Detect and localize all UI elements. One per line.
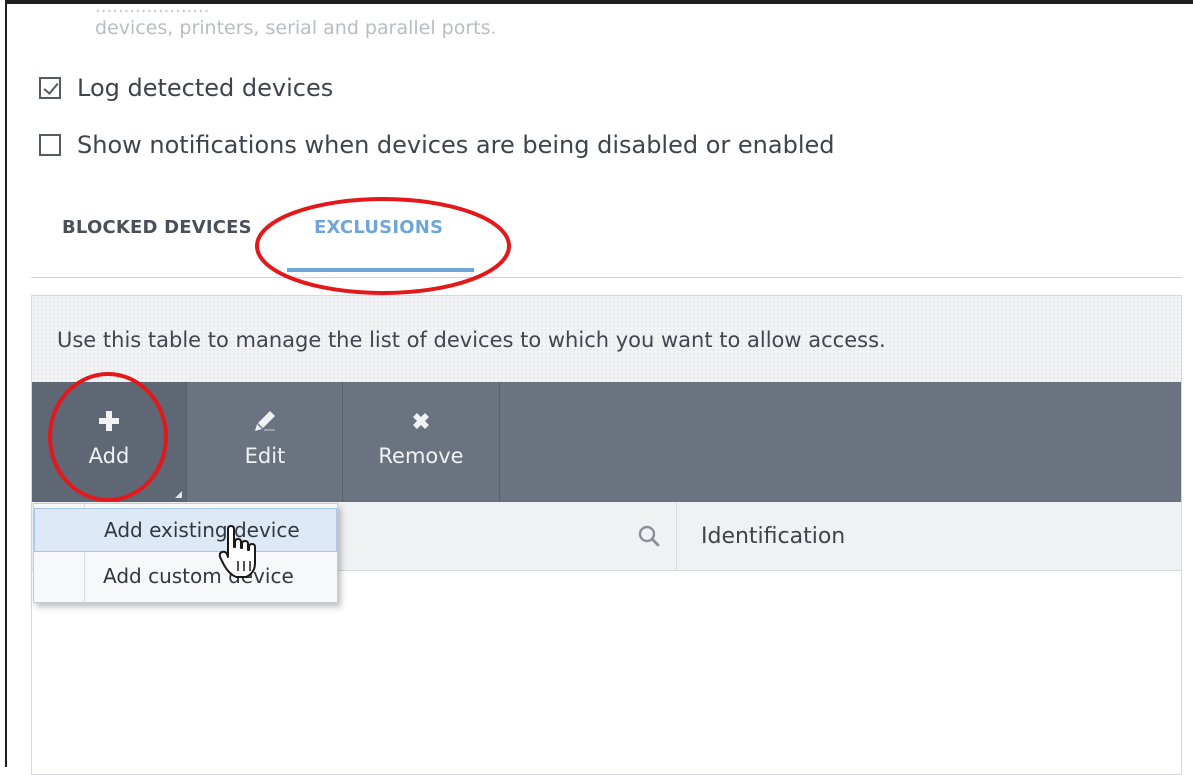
log-detected-devices-option[interactable]: Log detected devices (39, 74, 333, 102)
column-header-identification[interactable]: Identification (701, 524, 845, 549)
log-detected-devices-checkbox[interactable] (39, 77, 61, 99)
add-button-label: Add (88, 444, 130, 468)
exclusions-highlight-ellipse (255, 197, 511, 295)
search-icon[interactable] (637, 524, 661, 552)
plus-icon (96, 408, 122, 434)
tab-divider (31, 277, 1182, 278)
column-divider (676, 502, 677, 570)
add-dropdown-menu: Add existing device Add custom device (33, 503, 338, 603)
toolbar: Add Edit Remove (32, 382, 1181, 502)
menu-item-label: Add existing device (104, 518, 300, 542)
tab-exclusions[interactable]: EXCLUSIONS (314, 217, 443, 238)
menu-item-label: Add custom device (103, 564, 294, 588)
window-frame-left (0, 0, 7, 767)
menu-item-add-custom-device[interactable]: Add custom device (34, 554, 337, 598)
panel-info-bar: Use this table to manage the list of dev… (32, 296, 1181, 382)
add-button[interactable]: Add (32, 382, 186, 502)
edit-button[interactable]: Edit (186, 382, 343, 502)
description-line: devices, printers, serial and parallel p… (95, 17, 497, 39)
remove-x-icon (408, 408, 434, 434)
description-partial-line: .................... (95, 0, 210, 17)
active-tab-indicator (287, 268, 474, 272)
show-notifications-checkbox[interactable] (39, 134, 61, 156)
show-notifications-option[interactable]: Show notifications when devices are bein… (39, 131, 835, 159)
log-detected-devices-label: Log detected devices (77, 74, 334, 102)
remove-button[interactable]: Remove (342, 382, 500, 502)
panel-info-text: Use this table to manage the list of dev… (57, 328, 886, 352)
pencil-icon (252, 408, 278, 434)
remove-button-label: Remove (378, 444, 464, 468)
edit-button-label: Edit (244, 444, 286, 468)
menu-item-add-existing-device[interactable]: Add existing device (34, 508, 337, 552)
show-notifications-label: Show notifications when devices are bein… (77, 131, 835, 159)
hand-pointer-cursor-icon (218, 525, 258, 585)
tab-blocked-devices[interactable]: BLOCKED DEVICES (62, 217, 252, 238)
dropdown-caret-icon (175, 491, 182, 498)
